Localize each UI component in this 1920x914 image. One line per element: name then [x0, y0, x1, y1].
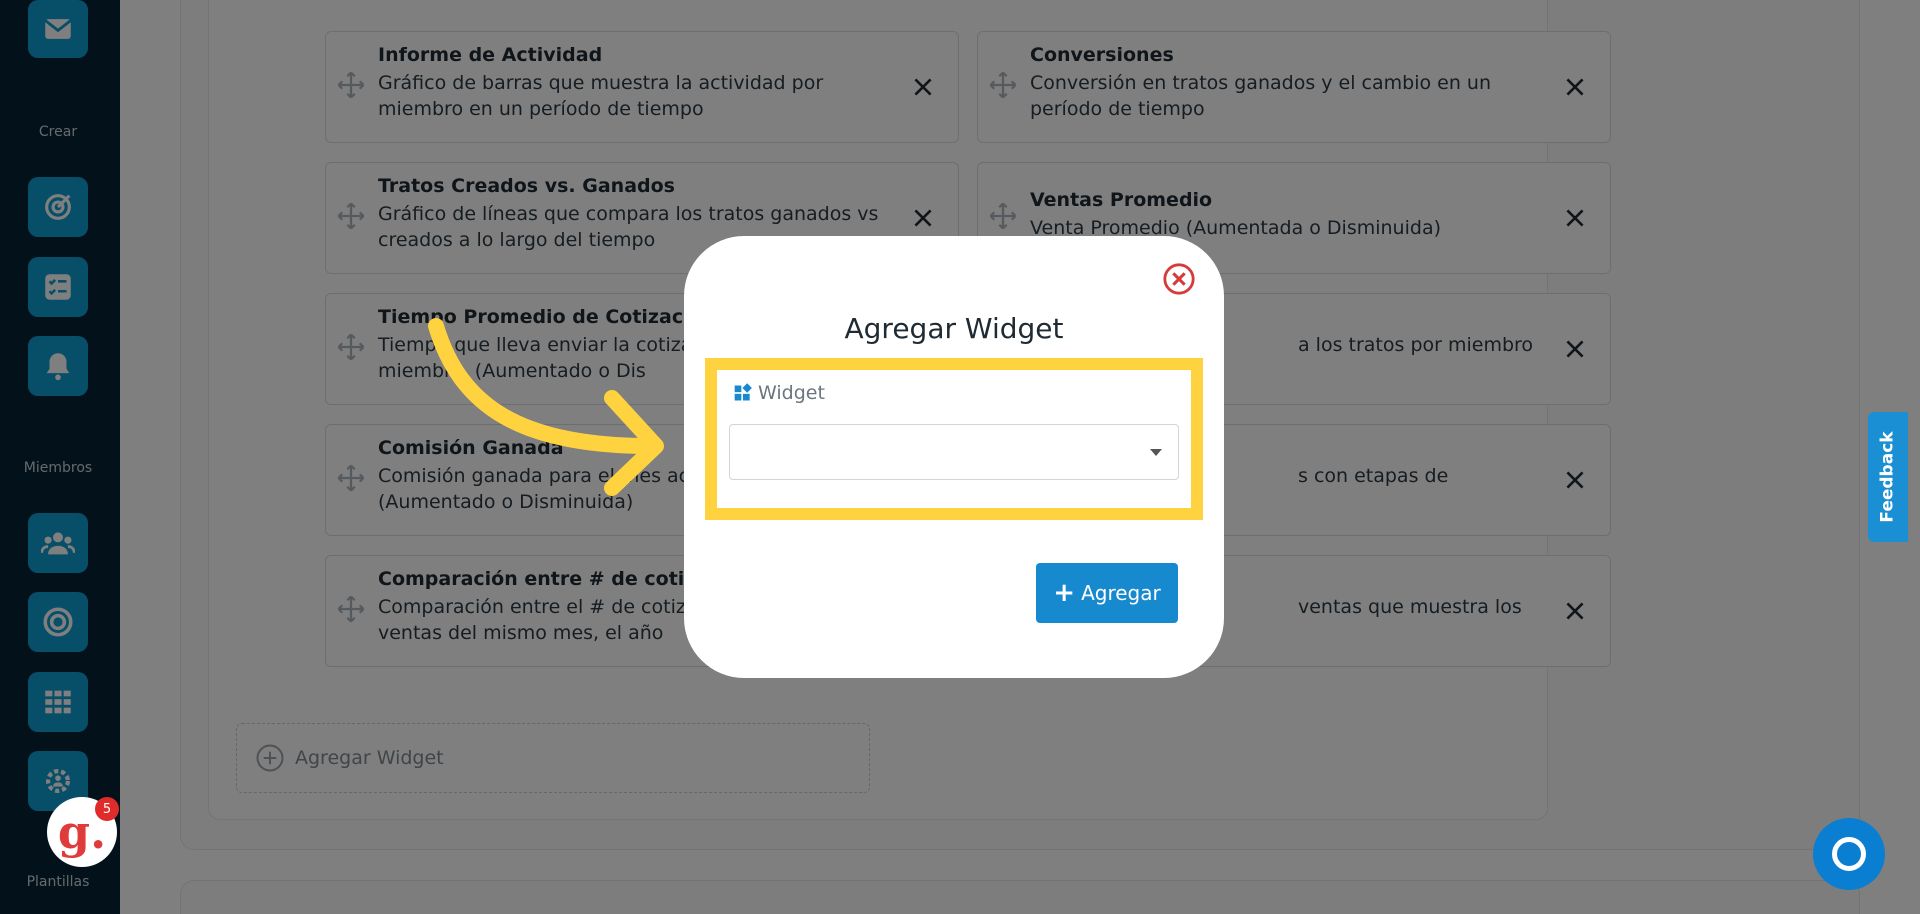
chat-ring-icon: [1832, 837, 1866, 871]
widget-label-text: Widget: [758, 382, 825, 404]
close-circle-icon[interactable]: [1162, 262, 1196, 296]
widget-field-group: Widget: [705, 358, 1203, 520]
widgets-icon: [734, 383, 752, 401]
feedback-tab[interactable]: Feedback: [1868, 412, 1908, 542]
notification-badge: 5: [95, 797, 119, 821]
add-button-label: Agregar: [1081, 581, 1161, 605]
widget-field-label: Widget: [733, 382, 825, 404]
tutorial-arrow-icon: [428, 318, 664, 496]
chat-launcher[interactable]: [1813, 818, 1885, 890]
add-button[interactable]: + Agregar: [1036, 563, 1178, 623]
chevron-down-icon: [1150, 449, 1162, 456]
plus-icon: +: [1053, 578, 1076, 608]
widget-select[interactable]: [729, 424, 1179, 480]
modal-title: Agregar Widget: [844, 312, 1064, 345]
add-widget-modal: Agregar Widget Widget + Agregar: [684, 236, 1224, 678]
feedback-label: Feedback: [1878, 431, 1898, 523]
